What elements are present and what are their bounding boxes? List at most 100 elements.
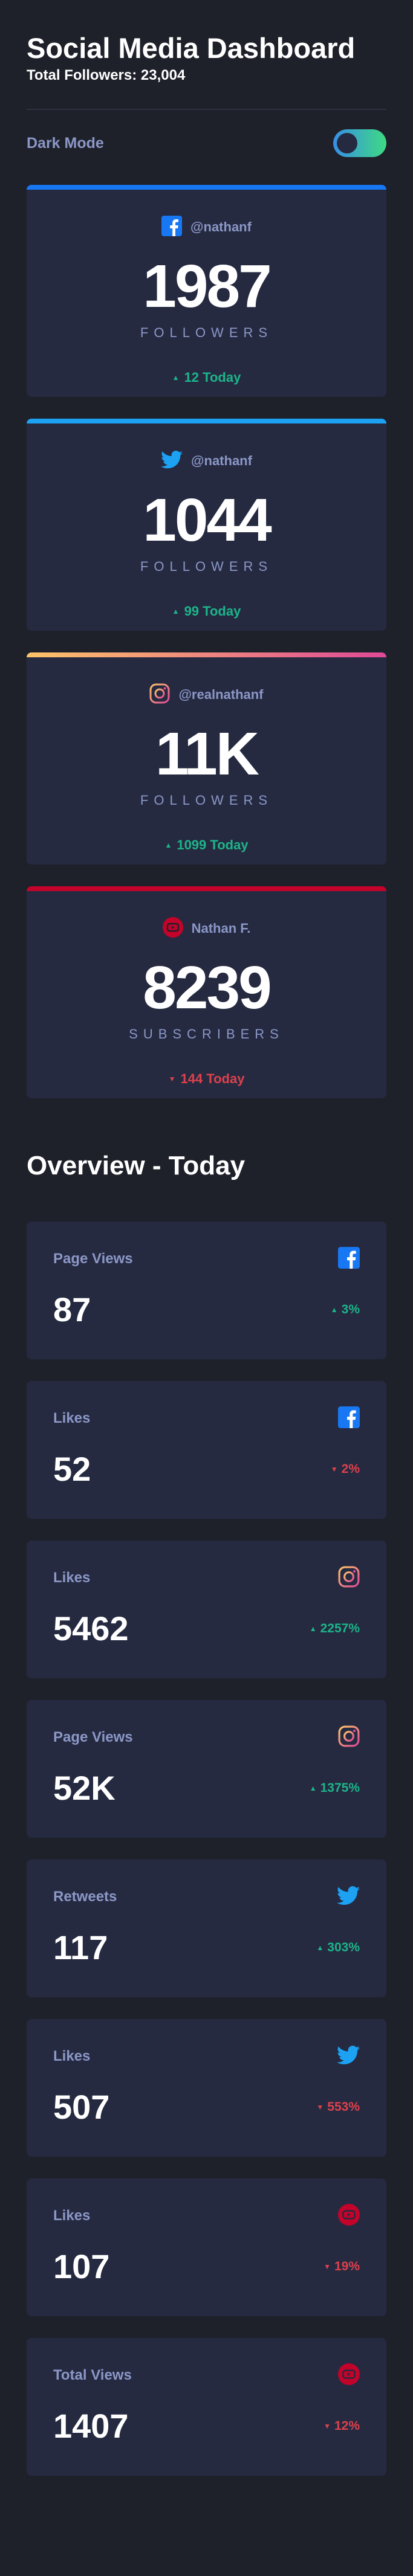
- metric-label: Total Views: [53, 2367, 132, 2383]
- metric-value: 87: [53, 1290, 91, 1328]
- change-text: 12 Today: [184, 370, 241, 385]
- metric-label: Likes: [53, 1570, 91, 1586]
- metric-value: 507: [53, 2088, 110, 2126]
- facebook-icon: [338, 1406, 360, 1431]
- up-arrow-icon: ▲: [330, 1306, 338, 1314]
- change-text: 553%: [327, 2100, 360, 2114]
- metric-change: ▼ 2%: [331, 1462, 360, 1476]
- metric-change: ▲ 2257%: [310, 1621, 360, 1636]
- handle[interactable]: @nathanf: [191, 453, 252, 469]
- overview-card[interactable]: Likes 5462 ▲ 2257%: [27, 1541, 386, 1678]
- metric-change: ▲ 303%: [316, 1940, 360, 1955]
- page-title: Social Media Dashboard: [27, 32, 356, 64]
- twitter-icon: [161, 450, 183, 472]
- up-arrow-icon: ▲: [172, 373, 180, 382]
- metric-value: 107: [53, 2247, 110, 2285]
- metric-label: Page Views: [53, 1729, 133, 1745]
- overview-card[interactable]: Retweets 117 ▲ 303%: [27, 1860, 386, 1997]
- overview-card[interactable]: Total Views 1407 ▼ 12%: [27, 2338, 386, 2476]
- count-label: Followers: [140, 325, 273, 340]
- total-followers: Total Followers: 23,004: [27, 67, 186, 83]
- youtube-icon: [162, 916, 183, 941]
- overview-cards: Page Views 87 ▲ 3% Likes 52 ▼ 2% Likes 5…: [27, 1222, 386, 2476]
- dark-mode-label: Dark Mode: [27, 134, 104, 152]
- card-accent-bar: [27, 886, 386, 891]
- change-text: 19%: [334, 2259, 360, 2273]
- change-text: 99 Today: [184, 604, 241, 619]
- daily-change: ▼ 144 Today: [27, 1071, 386, 1087]
- daily-change: ▲ 12 Today: [27, 370, 386, 385]
- up-arrow-icon: ▲: [164, 841, 172, 849]
- header-divider: [27, 109, 386, 110]
- down-arrow-icon: ▼: [330, 1465, 338, 1473]
- dark-mode-toggle[interactable]: [333, 129, 386, 157]
- card-accent-bar: [27, 419, 386, 423]
- metric-change: ▲ 3%: [331, 1302, 360, 1317]
- twitter-icon: [337, 2045, 360, 2068]
- up-arrow-icon: ▲: [316, 1943, 324, 1952]
- overview-card[interactable]: Likes 107 ▼ 19%: [27, 2178, 386, 2316]
- handle-row: Nathan F.: [27, 886, 386, 941]
- instagram-icon: [149, 683, 170, 707]
- metric-change: ▼ 553%: [316, 2100, 360, 2114]
- change-text: 144 Today: [180, 1071, 245, 1086]
- follower-card-youtube[interactable]: Nathan F. 8239 Subscribers ▼ 144 Today: [27, 886, 386, 1098]
- facebook-icon: [338, 1246, 360, 1272]
- metric-label: Likes: [53, 2207, 91, 2224]
- metric-label: Retweets: [53, 1889, 117, 1905]
- handle-row: @nathanf: [27, 419, 386, 473]
- toggle-knob[interactable]: [337, 133, 357, 153]
- metric-change: ▼ 12%: [324, 2419, 360, 2433]
- handle[interactable]: @nathanf: [190, 219, 252, 235]
- metric-label: Likes: [53, 2048, 91, 2064]
- handle-row: @realnathanf: [27, 652, 386, 707]
- overview-title: Overview - Today: [27, 1151, 246, 1180]
- daily-change: ▲ 99 Today: [27, 604, 386, 619]
- follower-cards: @nathanf 1987 Followers ▲ 12 Today @nath…: [27, 185, 386, 1098]
- metric-value: 52: [53, 1450, 91, 1488]
- overview-card[interactable]: Page Views 52K ▲ 1375%: [27, 1700, 386, 1838]
- overview-card[interactable]: Likes 52 ▼ 2%: [27, 1381, 386, 1519]
- down-arrow-icon: ▼: [168, 1075, 176, 1083]
- count-label: Followers: [140, 793, 273, 808]
- handle[interactable]: @realnathanf: [178, 687, 263, 703]
- facebook-icon: [161, 215, 183, 239]
- instagram-icon: [338, 1566, 360, 1591]
- follower-card-facebook[interactable]: @nathanf 1987 Followers ▲ 12 Today: [27, 185, 386, 397]
- count-label: Followers: [140, 559, 273, 574]
- twitter-icon: [337, 1885, 360, 1908]
- dashboard-page: Social Media Dashboard Total Followers: …: [0, 0, 413, 2576]
- change-text: 1375%: [320, 1781, 360, 1795]
- follower-count: 1987: [143, 253, 272, 320]
- overview-card[interactable]: Likes 507 ▼ 553%: [27, 2019, 386, 2157]
- down-arrow-icon: ▼: [324, 2262, 331, 2271]
- overview-card[interactable]: Page Views 87 ▲ 3%: [27, 1222, 386, 1359]
- youtube-icon: [338, 2363, 360, 2388]
- metric-label: Likes: [53, 1410, 91, 1426]
- daily-change: ▲ 1099 Today: [27, 837, 386, 853]
- metric-value: 52K: [53, 1769, 115, 1807]
- follower-count: 11K: [155, 720, 259, 788]
- change-text: 12%: [334, 2419, 360, 2433]
- count-label: Subscribers: [129, 1026, 284, 1042]
- change-text: 2257%: [320, 1621, 360, 1635]
- instagram-icon: [338, 1725, 360, 1750]
- up-arrow-icon: ▲: [309, 1624, 317, 1633]
- subscriber-count: 8239: [143, 954, 272, 1022]
- down-arrow-icon: ▼: [324, 2422, 331, 2430]
- metric-label: Page Views: [53, 1251, 133, 1267]
- change-text: 1099 Today: [177, 837, 249, 852]
- follower-card-twitter[interactable]: @nathanf 1044 Followers ▲ 99 Today: [27, 419, 386, 631]
- change-text: 2%: [341, 1462, 360, 1476]
- theme-row: Dark Mode: [27, 128, 386, 158]
- up-arrow-icon: ▲: [172, 607, 180, 616]
- handle[interactable]: Nathan F.: [192, 921, 251, 936]
- metric-change: ▼ 19%: [324, 2259, 360, 2274]
- card-accent-bar: [27, 652, 386, 657]
- follower-card-instagram[interactable]: @realnathanf 11K Followers ▲ 1099 Today: [27, 652, 386, 865]
- down-arrow-icon: ▼: [316, 2103, 324, 2111]
- metric-value: 117: [53, 1928, 108, 1966]
- up-arrow-icon: ▲: [309, 1784, 317, 1792]
- youtube-icon: [338, 2203, 360, 2229]
- change-text: 3%: [341, 1302, 360, 1316]
